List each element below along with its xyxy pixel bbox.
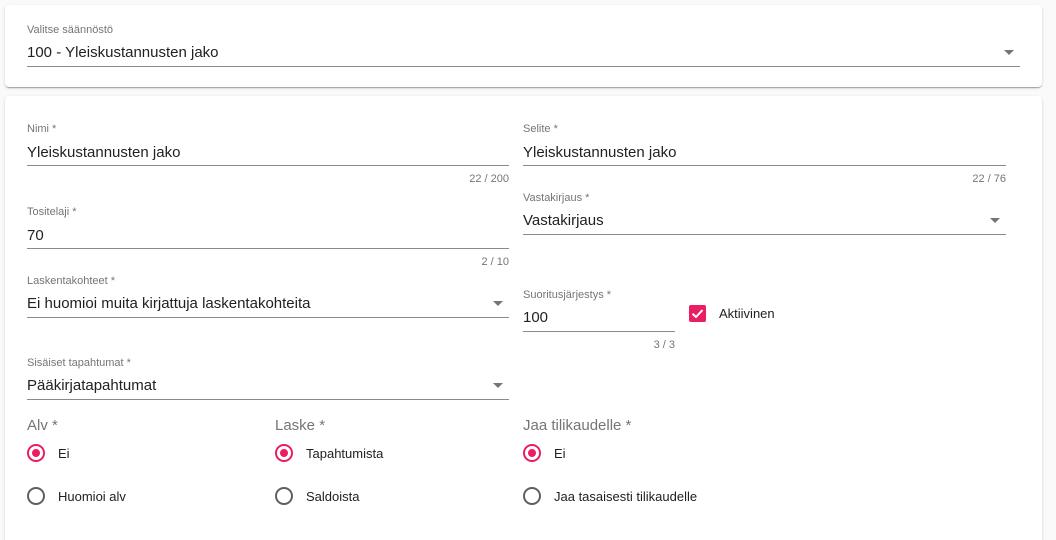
chevron-down-icon[interactable] — [493, 301, 503, 306]
laskentakohteet-value: Ei huomioi muita kirjattuja laskentakoht… — [27, 295, 311, 312]
tositelaji-input[interactable]: 70 — [27, 227, 44, 244]
sisaiset-tapahtumat-underline — [27, 399, 509, 400]
vastakirjaus-value: Vastakirjaus — [523, 212, 604, 229]
suoritusjarjestys-counter: 3 / 3 — [653, 339, 675, 351]
ruleset-underline — [27, 66, 1020, 67]
suoritusjarjestys-label: Suoritusjärjestys * — [523, 289, 612, 301]
sisaiset-tapahtumat-label: Sisäiset tapahtumat * — [27, 357, 131, 369]
ruleset-select[interactable]: Valitse säännöstö 100 - Yleiskustannuste… — [27, 24, 1020, 68]
sisaiset-tapahtumat-value: Pääkirjatapahtumat — [27, 377, 157, 394]
chevron-down-icon[interactable] — [493, 383, 503, 388]
selite-counter: 22 / 76 — [972, 173, 1006, 185]
vastakirjaus-label: Vastakirjaus * — [523, 192, 590, 204]
rule-form-card: Nimi * Yleiskustannusten jako 22 / 200 S… — [5, 96, 1042, 540]
vastakirjaus-select[interactable]: Vastakirjaus * Vastakirjaus — [523, 192, 1006, 236]
nimi-label: Nimi * — [27, 123, 57, 135]
aktiivinen-checkbox[interactable] — [689, 305, 706, 322]
alv-option-huomioi-label[interactable]: Huomioi alv — [58, 489, 126, 504]
selite-input[interactable]: Yleiskustannusten jako — [523, 144, 676, 161]
alv-option-ei-label[interactable]: Ei — [58, 446, 70, 461]
suoritusjarjestys-input[interactable]: 100 — [523, 309, 548, 326]
laskentakohteet-underline — [27, 317, 509, 318]
jaa-tilikaudelle-title: Jaa tilikaudelle * — [523, 417, 632, 434]
laskentakohteet-select[interactable]: Laskentakohteet * Ei huomioi muita kirja… — [27, 275, 509, 319]
tositelaji-field[interactable]: Tositelaji * 70 2 / 10 — [27, 206, 509, 270]
selite-label: Selite * — [523, 123, 558, 135]
jaa-option-tasaisesti-radio[interactable] — [523, 487, 541, 505]
ruleset-card: Valitse säännöstö 100 - Yleiskustannuste… — [5, 5, 1042, 87]
ruleset-value: 100 - Yleiskustannusten jako — [27, 44, 219, 61]
alv-option-huomioi-radio[interactable] — [27, 487, 45, 505]
tositelaji-counter: 2 / 10 — [481, 256, 509, 268]
tositelaji-label: Tositelaji * — [27, 206, 77, 218]
ruleset-label: Valitse säännöstö — [27, 24, 114, 36]
suoritusjarjestys-field[interactable]: Suoritusjärjestys * 100 3 / 3 — [523, 289, 675, 353]
alv-option-ei-radio[interactable] — [27, 444, 45, 462]
vastakirjaus-underline — [523, 234, 1006, 235]
nimi-input[interactable]: Yleiskustannusten jako — [27, 144, 180, 161]
sisaiset-tapahtumat-select[interactable]: Sisäiset tapahtumat * Pääkirjatapahtumat — [27, 357, 509, 401]
jaa-option-tasaisesti-label[interactable]: Jaa tasaisesti tilikaudelle — [554, 489, 697, 504]
nimi-underline — [27, 165, 509, 166]
chevron-down-icon[interactable] — [990, 218, 1000, 223]
laske-title: Laske * — [275, 417, 326, 434]
jaa-option-ei-label[interactable]: Ei — [554, 446, 566, 461]
selite-underline — [523, 165, 1006, 166]
laske-option-tapahtumista-radio[interactable] — [275, 444, 293, 462]
laskentakohteet-label: Laskentakohteet * — [27, 275, 116, 287]
selite-field[interactable]: Selite * Yleiskustannusten jako 22 / 76 — [523, 123, 1006, 187]
nimi-field[interactable]: Nimi * Yleiskustannusten jako 22 / 200 — [27, 123, 509, 187]
chevron-down-icon[interactable] — [1004, 50, 1014, 55]
alv-title: Alv * — [27, 417, 58, 434]
nimi-counter: 22 / 200 — [469, 173, 509, 185]
laske-option-saldoista-radio[interactable] — [275, 487, 293, 505]
jaa-option-ei-radio[interactable] — [523, 444, 541, 462]
laske-option-tapahtumista-label[interactable]: Tapahtumista — [306, 446, 383, 461]
suoritusjarjestys-underline — [523, 331, 675, 332]
check-icon — [691, 309, 704, 319]
tositelaji-underline — [27, 248, 509, 249]
aktiivinen-label[interactable]: Aktiivinen — [719, 306, 775, 321]
laske-option-saldoista-label[interactable]: Saldoista — [306, 489, 359, 504]
